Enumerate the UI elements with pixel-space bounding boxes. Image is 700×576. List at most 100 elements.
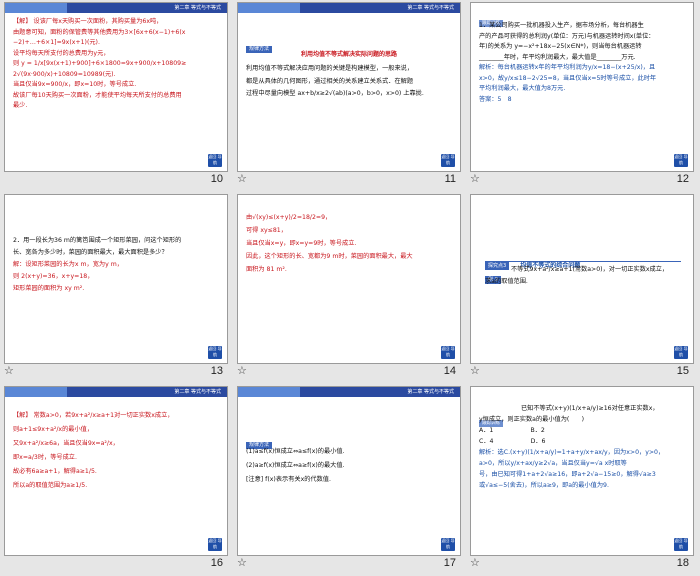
text-line: C．4 D．6 <box>479 438 546 445</box>
slide-canvas: 跟踪训练 1．某公司购买一批机器投入生产，据市场分析，每台机器生 产的产品可获得… <box>470 2 694 172</box>
back-nav-button[interactable]: 返回 导航 <box>674 538 688 551</box>
slide-canvas: 第二章 等式与不等式 规律方法 (1)a≤f(x)恒成立⇔a≤f(x)的最小值.… <box>237 386 461 556</box>
text-line: 所以a的取值范围为a≥1/5. <box>13 482 88 489</box>
text-line: 答案：5 8 <box>479 95 512 103</box>
slide-thumbnail-12[interactable]: 跟踪训练 1．某公司购买一批机器投入生产，据市场分析，每台机器生 产的产品可获得… <box>466 0 699 192</box>
star-icon[interactable]: ☆ <box>470 364 480 377</box>
text-line: 解析：选C.(x+y)(1/x+a/y)=1+a+y/x+ax/y，因为x>0，… <box>479 449 665 456</box>
slide-thumbnail-14[interactable]: 由√(xy)≤(x+y)/2=18/2=9， 可得 xy≤81， 当且仅当x=y… <box>233 192 466 384</box>
back-nav-button[interactable]: 返回 导航 <box>208 538 222 551</box>
slide-number: 10 <box>210 173 223 185</box>
star-icon[interactable]: ☆ <box>237 364 247 377</box>
text-line: [注意] f(x)表示有关x的代数值. <box>246 476 331 483</box>
slide-body: 2．用一段长为36 m的篱笆围成一个矩形菜园，问这个矩形的 长、宽各为多少时，菜… <box>13 235 223 295</box>
text-line: 长、宽各为多少时，菜园的面积最大，最大面积是多少？ <box>13 249 168 256</box>
text-line: 矩形菜园的面积为 xy m². <box>13 285 85 292</box>
back-nav-button[interactable]: 返回 导航 <box>441 346 455 359</box>
text-line: 已知不等式(x+y)(1/x+a/y)≥16对任意正实数x， <box>521 405 659 412</box>
text-line: 【解】 设该厂每x天购买一次面粉，其购买量为6x吨， <box>13 18 163 25</box>
text-line: 1．某公司购买一批机器投入生产，据市场分析，每台机器生 <box>479 22 644 29</box>
text-line: (2)a≥f(x)恒成立⇔a≥f(x)的最大值. <box>246 462 345 469</box>
slide-header-band: 第二章 等式与不等式 <box>5 3 227 13</box>
text-line: 都是从具体的几何图形，通过相关的关系建立关系式．在解题 <box>246 77 414 85</box>
text-line: 最少. <box>13 102 28 109</box>
star-icon[interactable]: ☆ <box>470 556 480 569</box>
text-line: 过程中尽量向模型 ax+b/x≥2√(ab)(a>0，b>0，x>0) 上靠拢. <box>246 90 424 97</box>
text-line: 可得 xy≤81， <box>246 227 287 234</box>
back-nav-button[interactable]: 返回 导航 <box>674 346 688 359</box>
text-line: a>0，所以y/x+ax/y≥2√a，当且仅当y=√a x时取等 <box>479 460 627 467</box>
text-line: 故必有6a≥a+1，解得a≥1/5. <box>13 468 97 475</box>
slide-body: 【解】 常数a>0，若9x+a²/x≥a+1对一切正实数x成立， 则a+1≤9x… <box>13 409 223 493</box>
chapter-title: 第二章 等式与不等式 <box>407 389 454 395</box>
chapter-title: 第二章 等式与不等式 <box>407 5 454 11</box>
slide-header-band: 第二章 等式与不等式 <box>238 387 460 397</box>
text-line: ________年时，年平均利润最大，最大值是________万元. <box>479 53 636 61</box>
slide-thumbnail-15[interactable]: 探究点3 均值不等式的综合问题 例 3 不等式9x+a²/x≥a+1(常数a>0… <box>466 192 699 384</box>
text-line: 则a+1≤9x+a²/x的最小值， <box>13 426 94 433</box>
text-line: 因此，这个矩形的长、宽都为9 m时，菜园的面积最大，最大 <box>246 253 413 260</box>
slide-canvas: 第二章 等式与不等式 规律方法 利用均值不等式解决实际问题的思路 利用均值不等式… <box>237 2 461 172</box>
text-line: 平均利润最大，最大值为8万元. <box>479 85 566 92</box>
text-line: 故该厂每10天购买一次面粉，才能使平均每天所支付的总费用 <box>13 91 182 99</box>
slide-number: 13 <box>210 365 223 377</box>
slide-header-band: 第二章 等式与不等式 <box>238 3 460 13</box>
text-line: 号，由已知可得1+a+2√a≥16，即a+2√a−15≥0，解得√a≥3 <box>479 471 656 478</box>
text-line: 面积为 81 m². <box>246 266 287 273</box>
slide-body: 不等式9x+a²/x≥a+1(常数a>0)，对一切正实数x成立， <box>511 265 691 276</box>
back-nav-button[interactable]: 返回 导航 <box>674 154 688 167</box>
star-icon[interactable]: ☆ <box>237 556 247 569</box>
text-line: 年)的关系为 y=−x²+18x−25(x∈N*)，则当每台机器运转 <box>479 43 642 50</box>
text-line: 产的产品可获得的总利润y(单位：万元)与机器运转时间x(单位： <box>479 32 655 40</box>
slide-header-band: 第二章 等式与不等式 <box>5 387 227 397</box>
text-line: 利用均值不等式解决应用问题的关键是构建模型，一般来说， <box>246 65 414 72</box>
back-nav-button[interactable]: 返回 导航 <box>441 154 455 167</box>
back-nav-button[interactable]: 返回 导航 <box>441 538 455 551</box>
back-nav-button[interactable]: 返回 导航 <box>208 154 222 167</box>
topic-bar: 探究点3 均值不等式的综合问题 <box>485 252 681 270</box>
text-line: A．1 B．2 <box>479 427 545 434</box>
slide-thumbnail-16[interactable]: 第二章 等式与不等式 【解】 常数a>0，若9x+a²/x≥a+1对一切正实数x… <box>0 384 233 576</box>
slide-body: (1)a≤f(x)恒成立⇔a≤f(x)的最小值. (2)a≥f(x)恒成立⇔a≥… <box>246 445 456 487</box>
slide-number: 18 <box>676 557 689 569</box>
star-icon[interactable]: ☆ <box>4 364 14 377</box>
slide-thumbnail-10[interactable]: 第二章 等式与不等式 【解】 设该厂每x天购买一次面粉，其购买量为6x吨， 由题… <box>0 0 233 192</box>
text-line: 求a的取值范围. <box>485 278 528 285</box>
star-icon[interactable]: ☆ <box>470 172 480 185</box>
slide-body: 利用均值不等式解决应用问题的关键是构建模型，一般来说， 都是从具体的几何图形，通… <box>246 63 456 101</box>
text-line: 即x=a/3时，等号成立. <box>13 454 77 461</box>
slide-number: 16 <box>210 557 223 569</box>
slide-thumbnail-18[interactable]: 跟踪训练 已知不等式(x+y)(1/x+a/y)≥16对任意正实数x， y恒成立… <box>466 384 699 576</box>
slide-number: 12 <box>676 173 689 185</box>
back-nav-button[interactable]: 返回 导航 <box>208 346 222 359</box>
slide-body: 【解】 设该厂每x天购买一次面粉，其购买量为6x吨， 由题意可知，面粉的保管费等… <box>13 17 223 112</box>
slide-canvas: 第二章 等式与不等式 【解】 设该厂每x天购买一次面粉，其购买量为6x吨， 由题… <box>4 2 228 172</box>
text-line: y恒成立，则正实数a的最小值为( ) <box>479 416 585 423</box>
slide-number: 14 <box>443 365 456 377</box>
slide-canvas: 第二章 等式与不等式 【解】 常数a>0，若9x+a²/x≥a+1对一切正实数x… <box>4 386 228 556</box>
slide-canvas: 探究点3 均值不等式的综合问题 例 3 不等式9x+a²/x≥a+1(常数a>0… <box>470 194 694 364</box>
text-line: 【解】 常数a>0，若9x+a²/x≥a+1对一切正实数x成立， <box>13 412 174 419</box>
slide-number: 15 <box>676 365 689 377</box>
slide-canvas: 2．用一段长为36 m的篱笆围成一个矩形菜园，问这个矩形的 长、宽各为多少时，菜… <box>4 194 228 364</box>
slide-body: 由√(xy)≤(x+y)/2=18/2=9， 可得 xy≤81， 当且仅当x=y… <box>246 211 456 276</box>
slide-body: 1．某公司购买一批机器投入生产，据市场分析，每台机器生 产的产品可获得的总利润y… <box>479 21 689 105</box>
text-line: 又9x+a²/x≥6a，当且仅当9x=a²/x， <box>13 440 119 447</box>
slide-number: 11 <box>444 173 456 185</box>
text-line: 2√(9x·900/x)+10809=10989(元). <box>13 70 116 78</box>
text-line: 由√(xy)≤(x+y)/2=18/2=9， <box>246 214 332 221</box>
text-line: (1)a≤f(x)恒成立⇔a≤f(x)的最小值. <box>246 448 345 455</box>
text-line: 则 2(x+y)=36，x+y=18， <box>13 273 94 280</box>
slide-thumbnail-13[interactable]: 2．用一段长为36 m的篱笆围成一个矩形菜园，问这个矩形的 长、宽各为多少时，菜… <box>0 192 233 384</box>
slide-thumbnail-11[interactable]: 第二章 等式与不等式 规律方法 利用均值不等式解决实际问题的思路 利用均值不等式… <box>233 0 466 192</box>
slide-thumbnail-17[interactable]: 第二章 等式与不等式 规律方法 (1)a≤f(x)恒成立⇔a≤f(x)的最小值.… <box>233 384 466 576</box>
text-line: 解析：每台机器运转x年的年平均利润为y/x=18−(x+25/x)，且 <box>479 64 656 71</box>
text-line: 不等式9x+a²/x≥a+1(常数a>0)，对一切正实数x成立， <box>511 266 669 273</box>
slide-number: 17 <box>443 557 456 569</box>
chapter-title: 第二章 等式与不等式 <box>174 389 221 395</box>
text-line: x>0，故y/x≤18−2√25=8，当且仅当x=5时等号成立，此时年 <box>479 74 657 82</box>
text-line: 2．用一段长为36 m的篱笆围成一个矩形菜园，问这个矩形的 <box>13 237 182 244</box>
star-icon[interactable]: ☆ <box>237 172 247 185</box>
text-line: 或√a≤−5(舍去)，所以a≥9，即a的最小值为9. <box>479 482 609 489</box>
text-line: 当且仅当x=y，即x=y=9时，等号成立. <box>246 240 357 247</box>
